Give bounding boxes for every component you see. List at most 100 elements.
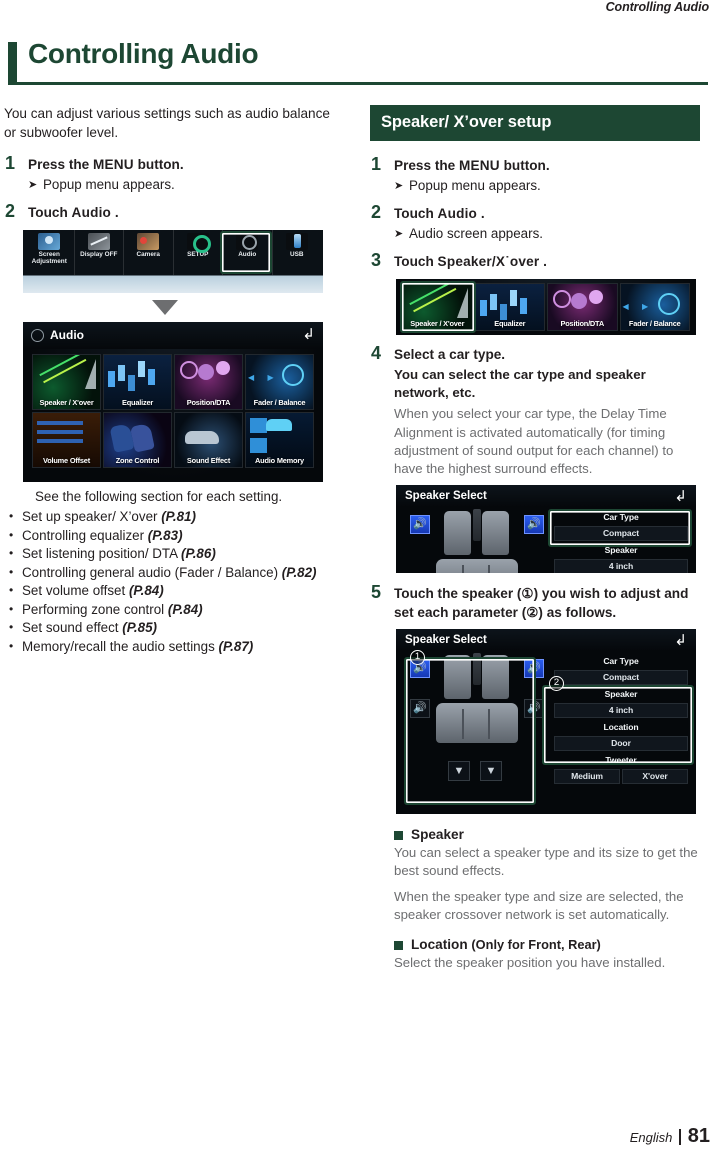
step-heading-post: button. <box>499 158 550 173</box>
location-subheading-paren: (Only for Front, Rear) <box>471 937 601 953</box>
rear-right-speaker-icon[interactable]: 🔊 <box>524 699 544 719</box>
ref-text: Memory/recall the audio settings <box>22 639 219 655</box>
title-accent-bar <box>8 42 17 82</box>
subwoofer-left-icon[interactable]: ▼ <box>448 761 470 782</box>
ref-text: Set sound effect <box>22 620 123 636</box>
footer-page-number: 81 <box>687 1125 710 1147</box>
step-number: 2 <box>371 202 382 222</box>
audio-tile-label: Speaker / X'over <box>410 318 465 328</box>
xover-button[interactable]: X'over <box>622 768 688 784</box>
result-arrow-icon: ➤ <box>28 178 38 191</box>
popup-item-display-off[interactable]: Display OFF <box>75 229 124 275</box>
audio-tile-equalizer[interactable]: Equalizer <box>474 282 545 331</box>
back-arrow-icon[interactable]: ↲ <box>302 327 315 342</box>
location-subheading-text: Location <box>411 937 468 953</box>
speaker-body-1: You can select a speaker type and its si… <box>394 845 698 879</box>
rear-left-speaker-icon[interactable]: 🔊 <box>410 699 430 719</box>
speaker-body-2: When the speaker type and size are selec… <box>394 888 684 922</box>
parameter-list: Car Type Compact Speaker 4 inch Location… <box>554 651 688 801</box>
parameter-list: Car Type Compact Speaker 4 inch <box>554 507 688 574</box>
list-item: Performing zone control (P.84) <box>4 600 334 620</box>
step-heading-pre: Press the <box>394 158 459 173</box>
speaker-select-titlebar: Speaker Select ↲ <box>396 485 696 508</box>
popup-item-label: Display OFF <box>80 250 118 258</box>
ref-text: Controlling equalizer <box>22 527 148 543</box>
step-heading: Press the MENU button. <box>394 157 700 176</box>
step-number: 5 <box>371 582 382 603</box>
ref-page: (P.82) <box>281 564 317 580</box>
step-note: When you select your car type, the Delay… <box>394 406 674 477</box>
back-arrow-icon[interactable]: ↲ <box>674 633 687 648</box>
list-item: Set up speaker/ X’over (P.81) <box>4 507 334 527</box>
audio-tile-speaker-xover[interactable]: Speaker / X'over <box>402 282 473 331</box>
list-item: Set listening position/ DTA (P.86) <box>4 544 334 564</box>
rear-seat <box>436 703 518 744</box>
popup-item-camera[interactable]: Camera <box>124 229 174 275</box>
left-step-2: 2 Touch Audio . <box>4 201 334 223</box>
popup-item-label: Camera <box>136 250 160 258</box>
audio-tile-zone-control[interactable]: Zone Control <box>103 411 172 468</box>
param-value-speaker[interactable]: 4 inch <box>554 702 688 718</box>
ref-text: Set volume offset <box>22 583 129 599</box>
back-arrow-icon[interactable]: ↲ <box>674 489 687 504</box>
popup-item-setup[interactable]: SETUP <box>174 229 223 275</box>
step-heading-post: . <box>539 254 547 269</box>
front-left-speaker-icon[interactable]: 🔊 <box>410 515 430 535</box>
intro-paragraph: You can adjust various settings such as … <box>4 106 330 140</box>
popup-menu-screenshot: Screen Adjustment Display OFF Camera SET… <box>23 229 323 293</box>
center-console <box>473 653 481 686</box>
step-result-text: Popup menu appears. <box>409 177 541 193</box>
reference-list: Set up speaker/ X’over (P.81) Controllin… <box>4 507 334 657</box>
front-left-seat <box>444 655 471 700</box>
speaker-select-screenshot-1: Speaker Select ↲ 🔊 🔊 Car Type Compact Sp… <box>396 485 696 574</box>
right-step-5: 5 Touch the speaker (①) you wish to adju… <box>370 582 700 622</box>
audio-screen-title: Audio <box>50 328 84 342</box>
param-value-location[interactable]: Door <box>554 735 688 751</box>
param-value-speaker[interactable]: 4 inch <box>554 558 688 574</box>
param-value-car-type[interactable]: Compact <box>554 525 688 541</box>
param-label-speaker: Speaker <box>604 688 638 699</box>
audio-tile-position-dta[interactable]: Position/DTA <box>174 353 243 410</box>
ref-page: (P.83) <box>147 527 183 543</box>
audio-tile-label: Fader / Balance <box>628 318 681 328</box>
audio-tile-audio-memory[interactable]: Audio Memory <box>245 411 314 468</box>
audio-screen-titlebar: Audio ↲ <box>23 321 323 349</box>
audio-tile-position-dta[interactable]: Position/DTA <box>547 282 618 331</box>
popup-item-screen-adjustment[interactable]: Screen Adjustment <box>25 229 75 275</box>
audio-tile-label: Zone Control <box>115 455 160 465</box>
param-value-tweeter[interactable]: Medium <box>554 768 620 784</box>
param-value-car-type[interactable]: Compact <box>554 669 688 685</box>
front-right-seat <box>482 511 509 556</box>
popup-menu-row: Screen Adjustment Display OFF Camera SET… <box>23 229 323 275</box>
audio-tile-fader-balance[interactable]: Fader / Balance <box>245 353 314 410</box>
audio-tile-grid: Speaker / X'over Equalizer Position/DTA … <box>23 349 323 473</box>
screen-adjustment-icon <box>38 232 61 250</box>
ref-page: (P.85) <box>122 620 158 636</box>
audio-tile-grid-cropped: Speaker / X'over Equalizer Position/DTA … <box>396 279 696 331</box>
popup-item-audio[interactable]: Audio <box>223 229 273 275</box>
step-heading-pre: Touch <box>394 254 438 269</box>
audio-tile-sound-effect[interactable]: Sound Effect <box>174 411 243 468</box>
subwoofer-right-icon[interactable]: ▼ <box>480 761 502 782</box>
audio-tile-fader-balance[interactable]: Fader / Balance <box>619 282 690 331</box>
audio-tile-equalizer[interactable]: Equalizer <box>103 353 172 410</box>
location-subheading: Location (Only for Front, Rear) <box>394 937 700 952</box>
step-result-text: Popup menu appears. <box>43 176 175 192</box>
ref-page: (P.86) <box>181 546 216 562</box>
audio-tile-volume-offset[interactable]: Volume Offset <box>32 411 101 468</box>
right-step-2: 2 Touch Audio . ➤ Audio screen appears. <box>370 202 700 243</box>
audio-tile-label: Equalizer <box>494 318 526 328</box>
seat-diagram: 🔊 🔊 <box>404 507 554 574</box>
speaker-select-body: 🔊 🔊 Car Type Compact Speaker 4 inch <box>396 507 696 574</box>
speaker-subheading: Speaker <box>394 827 700 842</box>
tweeter-xover-row: Medium X'over <box>554 768 688 786</box>
step-number: 4 <box>371 342 382 363</box>
menu-key-label: MENU <box>458 158 500 173</box>
list-item: Controlling general audio (Fader / Balan… <box>4 563 334 583</box>
front-right-speaker-icon[interactable]: 🔊 <box>524 659 544 679</box>
audio-tile-speaker-xover[interactable]: Speaker / X'over <box>32 353 101 410</box>
popup-item-usb[interactable]: USB <box>273 230 322 275</box>
result-arrow-icon: ➤ <box>394 227 404 240</box>
front-right-speaker-icon[interactable]: 🔊 <box>524 515 544 535</box>
speaker-subheading-text: Speaker <box>411 827 464 843</box>
